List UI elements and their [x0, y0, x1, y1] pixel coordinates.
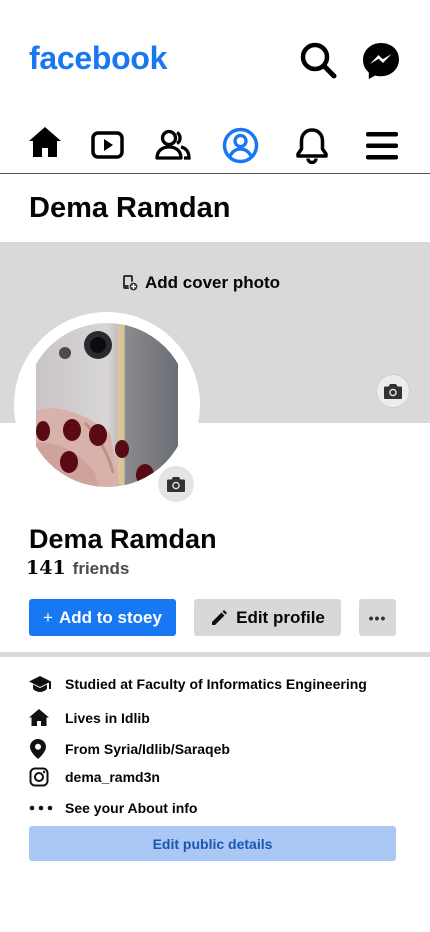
camera-icon [383, 382, 403, 400]
edit-public-details-button[interactable]: Edit public details [29, 826, 396, 861]
add-cover-photo-label: Add cover photo [145, 273, 281, 292]
section-divider [0, 652, 430, 657]
graduation-cap-icon [29, 675, 65, 693]
friends-count: 141 [26, 557, 66, 579]
profile-icon[interactable] [222, 127, 259, 164]
menu-icon[interactable] [364, 129, 399, 162]
search-icon[interactable] [297, 39, 339, 81]
edit-profile-button[interactable]: Edit profile [194, 599, 341, 636]
video-icon[interactable] [90, 130, 124, 160]
add-cover-photo-button[interactable]: Add cover photo [121, 273, 280, 293]
friends-count-link[interactable]: 141 friends [26, 557, 129, 579]
pencil-icon [210, 609, 228, 627]
about-see-info-text: See your About info [65, 800, 198, 816]
messenger-icon[interactable] [360, 40, 401, 81]
about-instagram[interactable]: dema_ramd3n [29, 767, 160, 787]
about-instagram-text: dema_ramd3n [65, 769, 160, 785]
about-education[interactable]: Studied at Faculty of Informatics Engine… [29, 675, 367, 693]
about-from-text: From Syria/Idlib/Saraqeb [65, 741, 230, 757]
about-see-info[interactable]: See your About info [29, 800, 197, 816]
home-icon [29, 708, 65, 727]
add-to-story-label: Add to stoey [58, 607, 162, 627]
instagram-icon [29, 767, 65, 787]
about-education-text: Studied at Faculty of Informatics Engine… [65, 676, 367, 692]
page-title: Dema Ramdan [29, 192, 231, 224]
home-icon[interactable] [27, 124, 63, 160]
more-options-button[interactable]: ••• [359, 599, 396, 636]
camera-icon [166, 475, 186, 493]
friends-label: friends [72, 559, 130, 578]
about-from[interactable]: From Syria/Idlib/Saraqeb [29, 738, 230, 760]
nav-divider [0, 173, 430, 174]
cover-camera-button[interactable] [376, 374, 410, 408]
add-to-story-button[interactable]: + Add to stoey [29, 599, 176, 636]
edit-profile-label: Edit profile [236, 607, 325, 627]
profile-name: Dema Ramdan [29, 524, 217, 554]
plus-icon: + [43, 607, 53, 627]
more-icon [29, 805, 65, 811]
add-photo-icon [121, 274, 139, 292]
about-lives[interactable]: Lives in Idlib [29, 708, 150, 727]
avatar-camera-button[interactable] [158, 466, 194, 502]
friends-icon[interactable] [155, 129, 191, 161]
location-pin-icon [29, 738, 65, 760]
more-icon: ••• [368, 609, 387, 626]
about-lives-text: Lives in Idlib [65, 709, 150, 726]
facebook-logo[interactable]: facebook [29, 40, 167, 77]
avatar[interactable] [25, 323, 189, 487]
bell-icon[interactable] [294, 126, 330, 164]
